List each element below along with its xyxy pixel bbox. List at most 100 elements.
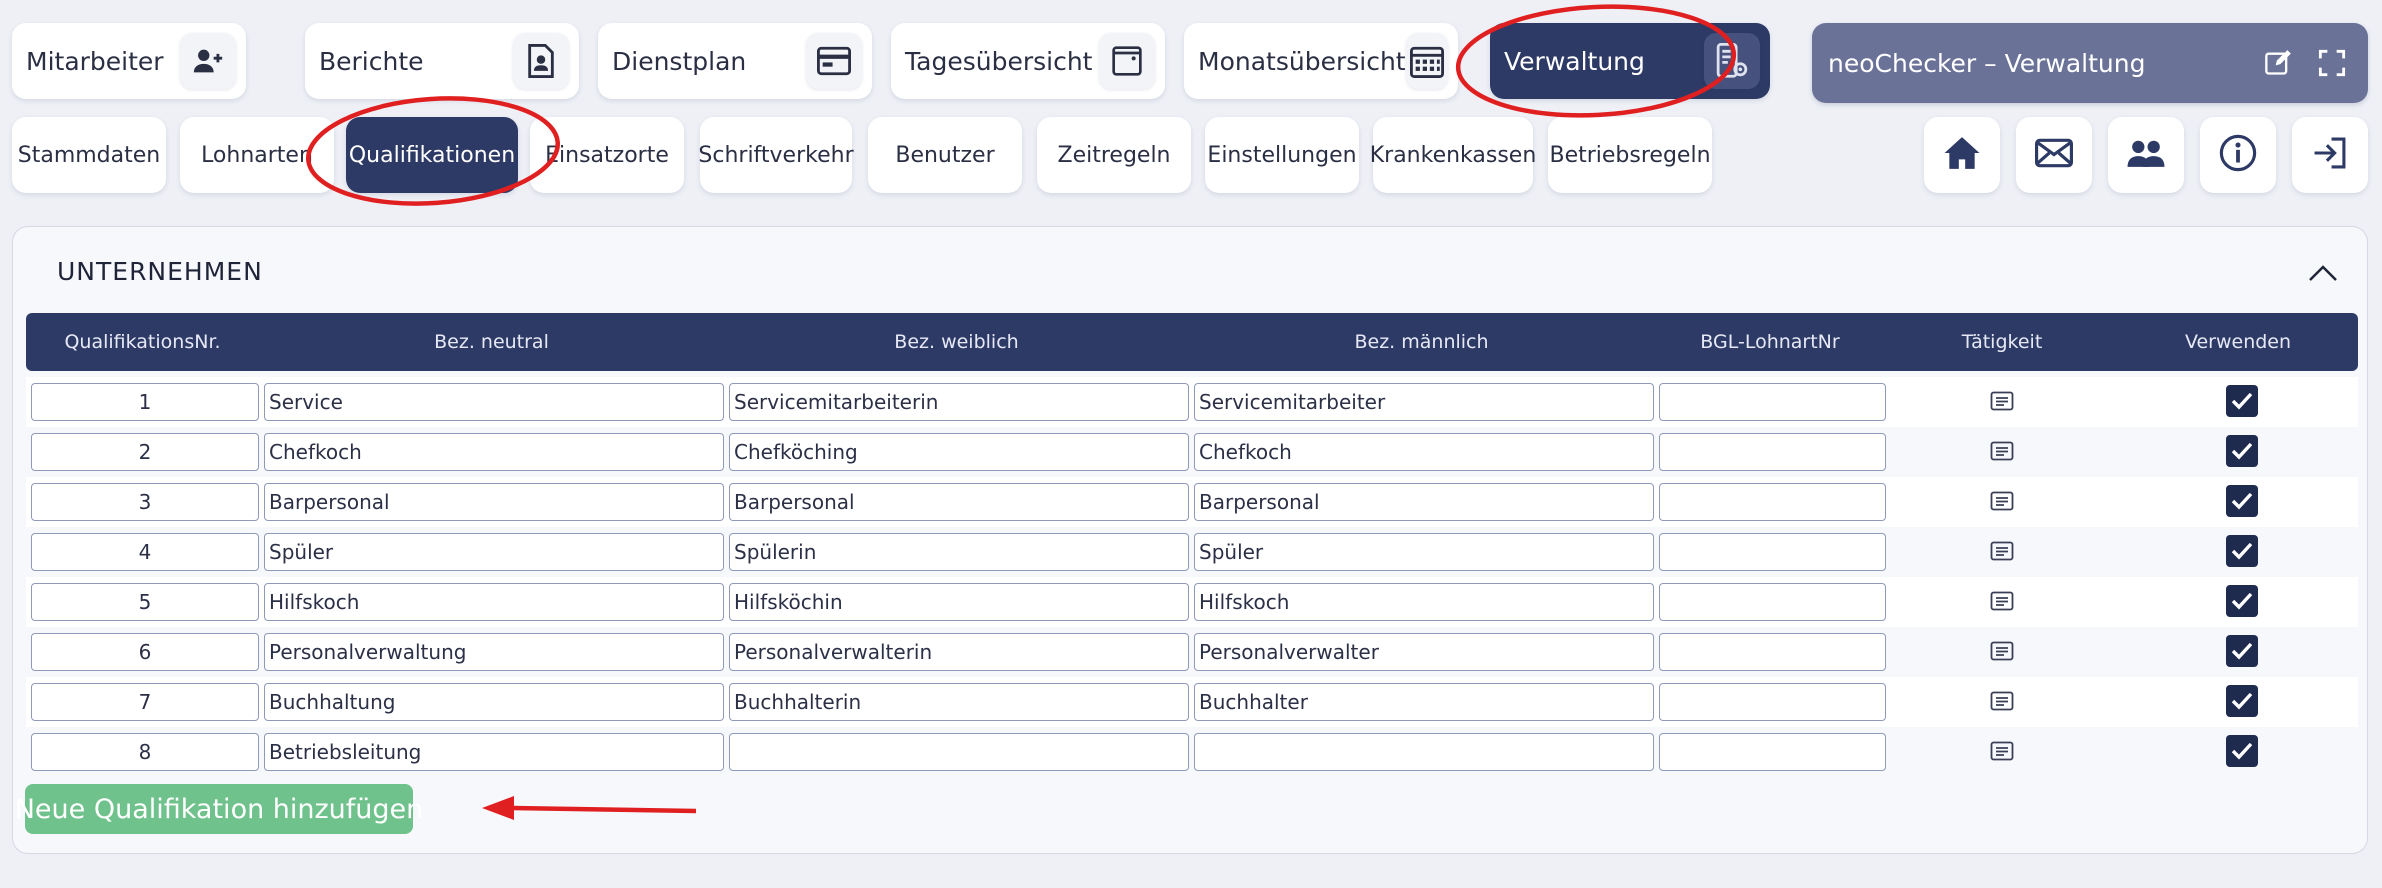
verwenden-checkbox[interactable]: [2226, 635, 2258, 667]
table-row: 8 Betriebsleitung: [26, 727, 2358, 777]
qualification-nr-input[interactable]: 7: [31, 683, 259, 721]
bez-maennlich-input[interactable]: Buchhalter: [1194, 683, 1654, 721]
nav-tab-mitarbeiter[interactable]: Mitarbeiter: [12, 23, 246, 99]
document-icon[interactable]: [1990, 391, 2014, 413]
verwenden-checkbox[interactable]: [2226, 535, 2258, 567]
subtab-schriftverkehr[interactable]: Schriftverkehr: [698, 117, 854, 193]
bez-weiblich-input[interactable]: Servicemitarbeiterin: [729, 383, 1189, 421]
bez-maennlich-input[interactable]: [1194, 733, 1654, 771]
subtab-lohnarten[interactable]: Lohnarten: [180, 117, 334, 193]
bez-neutral-input[interactable]: Chefkoch: [264, 433, 724, 471]
nav-tab-verwaltung[interactable]: Verwaltung: [1490, 23, 1770, 99]
subtab-stammdaten[interactable]: Stammdaten: [12, 117, 166, 193]
nav-tab-dienstplan[interactable]: Dienstplan: [598, 23, 872, 99]
mail-button[interactable]: [2016, 117, 2092, 193]
nav-tab-tagesuebersicht[interactable]: Tagesübersicht: [891, 23, 1165, 99]
document-icon[interactable]: [1990, 491, 2014, 513]
document-icon[interactable]: [1990, 441, 2014, 463]
subtab-qualifikationen[interactable]: Qualifikationen: [346, 117, 518, 193]
bgl-lohnart-input[interactable]: [1659, 683, 1886, 721]
bez-maennlich-input[interactable]: Servicemitarbeiter: [1194, 383, 1654, 421]
bgl-lohnart-input[interactable]: [1659, 433, 1886, 471]
qualification-nr-input[interactable]: 6: [31, 633, 259, 671]
verwenden-checkbox[interactable]: [2226, 385, 2258, 417]
checkmark-icon: [2231, 692, 2253, 710]
fullscreen-icon[interactable]: [2314, 45, 2350, 81]
bgl-lohnart-input[interactable]: [1659, 533, 1886, 571]
verwenden-checkbox[interactable]: [2226, 485, 2258, 517]
verwenden-checkbox[interactable]: [2226, 585, 2258, 617]
table-row: 4 Spüler Spülerin Spüler: [26, 527, 2358, 577]
bez-weiblich-input[interactable]: Personalverwalterin: [729, 633, 1189, 671]
subtab-einsatzorte[interactable]: Einsatzorte: [530, 117, 684, 193]
users-button[interactable]: [2108, 117, 2184, 193]
bez-neutral-input[interactable]: Barpersonal: [264, 483, 724, 521]
bez-weiblich-input[interactable]: Spülerin: [729, 533, 1189, 571]
nav-tab-label: Monatsübersicht: [1198, 46, 1406, 76]
subtab-label: Krankenkassen: [1369, 142, 1537, 168]
bgl-lohnart-input[interactable]: [1659, 483, 1886, 521]
qualification-nr-input[interactable]: 2: [31, 433, 259, 471]
add-qualification-button[interactable]: Neue Qualifikation hinzufügen: [15, 784, 423, 834]
table-row: 6 Personalverwaltung Personalverwalterin Pe…: [26, 627, 2358, 677]
bez-maennlich-input[interactable]: Personalverwalter: [1194, 633, 1654, 671]
subtab-einstellungen[interactable]: Einstellungen: [1205, 117, 1359, 193]
subtab-label: Betriebsregeln: [1549, 142, 1711, 168]
qualification-nr-input[interactable]: 3: [31, 483, 259, 521]
subtab-label: Einstellungen: [1207, 142, 1357, 168]
document-icon[interactable]: [1990, 641, 2014, 663]
info-button[interactable]: [2200, 117, 2276, 193]
subtab-betriebsregeln[interactable]: Betriebsregeln: [1548, 117, 1712, 193]
nav-tab-berichte[interactable]: Berichte: [305, 23, 579, 99]
verwenden-checkbox[interactable]: [2226, 435, 2258, 467]
table-row: 1 Service Servicemitarbeiterin Servicemitar…: [26, 377, 2358, 427]
subtab-benutzer[interactable]: Benutzer: [868, 117, 1022, 193]
document-icon[interactable]: [1990, 591, 2014, 613]
logout-icon: [2311, 136, 2349, 174]
nav-tab-label: Verwaltung: [1504, 46, 1645, 76]
checkmark-icon: [2231, 642, 2253, 660]
collapse-button[interactable]: [2303, 255, 2343, 295]
subtab-label: Schriftverkehr: [698, 142, 854, 168]
bez-maennlich-input[interactable]: Barpersonal: [1194, 483, 1654, 521]
bez-neutral-input[interactable]: Personalverwaltung: [264, 633, 724, 671]
bgl-lohnart-input[interactable]: [1659, 383, 1886, 421]
qualification-nr-input[interactable]: 4: [31, 533, 259, 571]
bez-weiblich-input[interactable]: Chefköching: [729, 433, 1189, 471]
nav-tab-monatsuebersicht[interactable]: Monatsübersicht: [1184, 23, 1458, 99]
admin-settings-icon: [1704, 33, 1760, 89]
document-icon[interactable]: [1990, 541, 2014, 563]
chevron-up-icon: [2308, 264, 2338, 286]
bez-neutral-input[interactable]: Hilfskoch: [264, 583, 724, 621]
bez-weiblich-input[interactable]: Buchhalterin: [729, 683, 1189, 721]
bez-maennlich-input[interactable]: Hilfskoch: [1194, 583, 1654, 621]
column-header: Bez. neutral: [434, 331, 549, 353]
bez-neutral-input[interactable]: Buchhaltung: [264, 683, 724, 721]
home-button[interactable]: [1924, 117, 2000, 193]
verwenden-checkbox[interactable]: [2226, 685, 2258, 717]
qualification-nr-input[interactable]: 8: [31, 733, 259, 771]
document-icon[interactable]: [1990, 691, 2014, 713]
subtab-zeitregeln[interactable]: Zeitregeln: [1037, 117, 1191, 193]
bez-weiblich-input[interactable]: [729, 733, 1189, 771]
edit-icon[interactable]: [2260, 45, 2296, 81]
logout-button[interactable]: [2292, 117, 2368, 193]
bez-neutral-input[interactable]: Betriebsleitung: [264, 733, 724, 771]
column-header: Tätigkeit: [1961, 331, 2043, 353]
bez-neutral-input[interactable]: Service: [264, 383, 724, 421]
qualification-nr-input[interactable]: 1: [31, 383, 259, 421]
verwenden-checkbox[interactable]: [2226, 735, 2258, 767]
bez-maennlich-input[interactable]: Spüler: [1194, 533, 1654, 571]
bez-weiblich-input[interactable]: Barpersonal: [729, 483, 1189, 521]
bez-neutral-input[interactable]: Spüler: [264, 533, 724, 571]
subtab-krankenkassen[interactable]: Krankenkassen: [1370, 117, 1536, 193]
bgl-lohnart-input[interactable]: [1659, 733, 1886, 771]
qualification-nr-input[interactable]: 5: [31, 583, 259, 621]
bez-maennlich-input[interactable]: Chefkoch: [1194, 433, 1654, 471]
bgl-lohnart-input[interactable]: [1659, 633, 1886, 671]
bgl-lohnart-input[interactable]: [1659, 583, 1886, 621]
bez-weiblich-input[interactable]: Hilfsköchin: [729, 583, 1189, 621]
nav-tab-label: Dienstplan: [612, 46, 747, 76]
table-row: 3 Barpersonal Barpersonal Barpersonal: [26, 477, 2358, 527]
document-icon[interactable]: [1990, 741, 2014, 763]
